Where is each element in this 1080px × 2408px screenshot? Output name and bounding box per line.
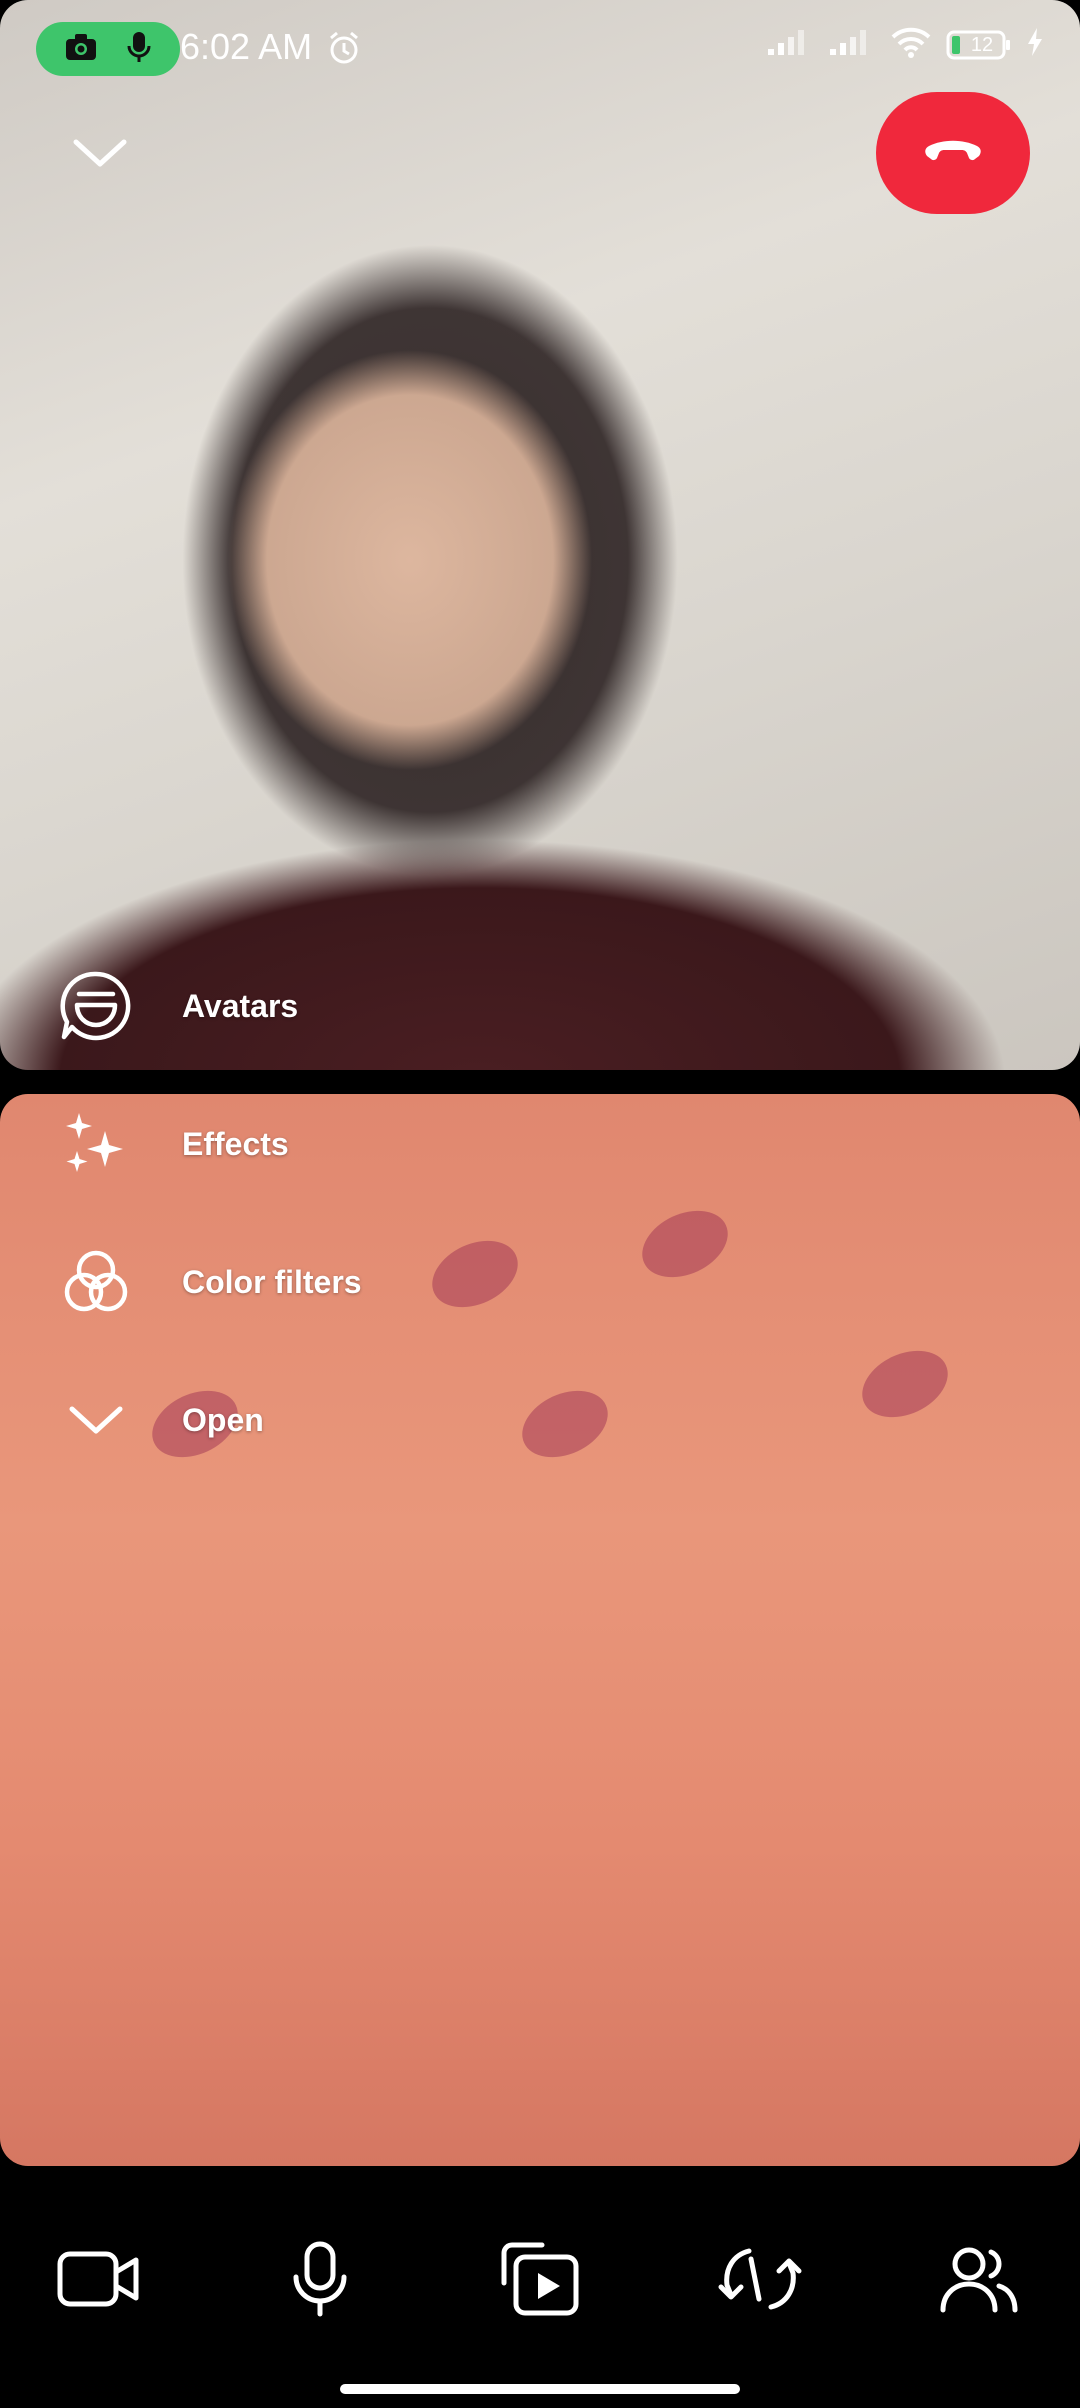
flip-camera-button[interactable] [705, 2226, 815, 2336]
color-filters-label: Color filters [182, 1263, 362, 1300]
avatar-face-icon [56, 966, 136, 1046]
toggle-mic-button[interactable] [265, 2226, 375, 2336]
decorative-pattern [631, 1197, 739, 1291]
wifi-icon [890, 26, 932, 63]
battery-icon: 12 [946, 29, 1012, 61]
effects-label: Effects [182, 1125, 289, 1162]
status-bar: 6:02 AM 12 [0, 0, 1080, 96]
effects-option[interactable]: Effects [56, 1104, 289, 1184]
decorative-pattern [511, 1377, 619, 1471]
microphone-icon [290, 2241, 350, 2322]
mic-icon [126, 30, 152, 69]
charging-icon [1026, 27, 1044, 62]
camera-in-use-indicator [36, 22, 180, 76]
hang-up-icon [921, 136, 985, 171]
participants-button[interactable] [924, 2226, 1034, 2336]
battery-level: 12 [970, 33, 994, 56]
decorative-pattern [851, 1337, 959, 1431]
alarm-icon [326, 30, 362, 71]
avatars-label: Avatars [182, 987, 299, 1024]
color-filters-option[interactable]: Color filters [56, 1242, 362, 1322]
toggle-video-button[interactable] [44, 2226, 154, 2336]
signal-icon [828, 27, 876, 62]
share-media-button[interactable] [485, 2226, 595, 2336]
avatars-option[interactable]: Avatars [56, 966, 298, 1046]
call-controls-bar [0, 2166, 1080, 2408]
flip-camera-icon [715, 2239, 805, 2324]
color-filter-icon [56, 1242, 136, 1322]
participants-icon [937, 2244, 1021, 2319]
decorative-pattern [421, 1227, 529, 1321]
signal-icon [766, 27, 814, 62]
clock: 6:02 AM [180, 26, 313, 67]
open-more-option[interactable]: Open [56, 1380, 264, 1460]
minimize-call-button[interactable] [60, 120, 140, 190]
open-label: Open [182, 1401, 264, 1438]
end-call-button[interactable] [876, 92, 1030, 214]
chevron-down-icon [56, 1380, 136, 1460]
media-share-icon [498, 2239, 582, 2324]
sparkles-icon [56, 1104, 136, 1184]
home-indicator[interactable] [340, 2384, 740, 2394]
video-camera-icon [56, 2248, 142, 2315]
chevron-down-icon [72, 136, 128, 175]
camera-icon [64, 32, 98, 67]
local-video-tile[interactable] [0, 1094, 1080, 2166]
